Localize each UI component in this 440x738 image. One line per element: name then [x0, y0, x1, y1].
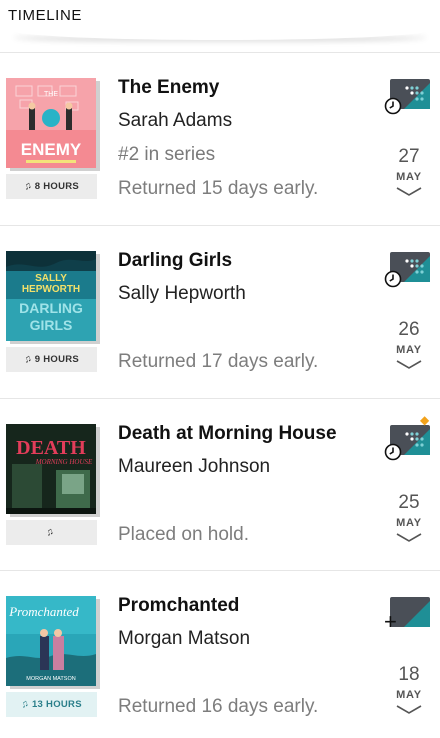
event-status: Returned 17 days early.	[118, 351, 319, 372]
cover-title: ENEMY	[21, 140, 82, 159]
star-icon: ◆	[420, 413, 430, 427]
book-cover[interactable]: THE ENEMY	[6, 78, 100, 171]
event-status: Returned 16 days early.	[118, 696, 319, 717]
book-author[interactable]: Morgan Matson	[118, 628, 250, 650]
headphones-icon: ♫	[19, 697, 31, 712]
book-author[interactable]: Maureen Johnson	[118, 456, 270, 478]
timeline-entry[interactable]: THE ENEMY ♫ 8 HOURS The Enemy Sarah Adam…	[0, 52, 440, 224]
cover-art-death-at-morning-house: DEATH MORNING HOUSE	[6, 424, 96, 514]
event-month: MAY	[396, 689, 422, 701]
event-day: 18	[398, 664, 420, 685]
chevron-down-icon[interactable]	[396, 704, 422, 716]
book-author[interactable]: Sally Hepworth	[118, 283, 246, 305]
event-day: 25	[398, 492, 420, 513]
clock-icon	[384, 443, 402, 461]
book-title[interactable]: Promchanted	[118, 595, 239, 617]
cover-title-2: MORNING HOUSE	[35, 458, 93, 466]
headphones-icon: ♫	[44, 525, 56, 540]
event-month: MAY	[396, 344, 422, 356]
cover-title-small: THE	[44, 91, 58, 98]
event-status: Placed on hold.	[118, 524, 249, 545]
event-month: MAY	[396, 517, 422, 529]
chevron-down-icon[interactable]	[396, 359, 422, 371]
page-title: TIMELINE	[8, 7, 82, 24]
cover-title-1: DARLING	[19, 300, 83, 316]
book-title[interactable]: Death at Morning House	[118, 423, 337, 445]
cover-art-promchanted: Promchanted MORGAN MATSON	[6, 596, 96, 686]
format-duration: 8 HOURS	[34, 181, 80, 192]
timeline-entry[interactable]: SALLY HEPWORTH DARLING GIRLS ♫ 9 HOURS D…	[0, 225, 440, 397]
format-badge: ♫ 8 HOURS	[6, 174, 97, 199]
event-month: MAY	[396, 171, 422, 183]
cover-art-darling-girls: SALLY HEPWORTH DARLING GIRLS	[6, 251, 96, 341]
book-title[interactable]: The Enemy	[118, 77, 219, 99]
cover-title-2: GIRLS	[30, 317, 73, 333]
plus-icon[interactable]: +	[384, 611, 397, 633]
format-badge: ♫	[6, 520, 97, 545]
headphones-icon: ♫	[22, 179, 34, 194]
cover-author-2: HEPWORTH	[22, 284, 80, 295]
format-duration: 13 HOURS	[31, 699, 82, 710]
book-title[interactable]: Darling Girls	[118, 250, 232, 272]
format-duration: 9 HOURS	[34, 354, 80, 365]
chevron-down-icon[interactable]	[396, 186, 422, 198]
event-status: Returned 15 days early.	[118, 178, 319, 199]
timeline-entry[interactable]: DEATH MORNING HOUSE ♫ Death at Morning H…	[0, 398, 440, 570]
book-series[interactable]: #2 in series	[118, 144, 215, 166]
cover-title: Promchanted	[8, 604, 79, 619]
format-badge: ♫ 13 HOURS	[6, 692, 97, 717]
clock-icon	[384, 270, 402, 288]
book-author[interactable]: Sarah Adams	[118, 110, 232, 132]
clock-icon	[384, 97, 402, 115]
event-day: 27	[398, 146, 420, 167]
cover-title-1: DEATH	[16, 437, 86, 459]
cover-author: MORGAN MATSON	[26, 676, 75, 682]
book-cover[interactable]: DEATH MORNING HOUSE	[6, 424, 100, 517]
event-day: 26	[398, 319, 420, 340]
timeline-entry[interactable]: Promchanted MORGAN MATSON ♫ 13 HOURS Pro…	[0, 570, 440, 738]
chevron-down-icon[interactable]	[396, 532, 422, 544]
header-divider	[10, 30, 430, 40]
timeline-header: TIMELINE	[0, 0, 440, 44]
headphones-icon: ♫	[22, 352, 34, 367]
book-cover[interactable]: SALLY HEPWORTH DARLING GIRLS	[6, 251, 100, 344]
book-cover[interactable]: Promchanted MORGAN MATSON	[6, 596, 100, 689]
cover-art-the-enemy: THE ENEMY	[6, 78, 96, 168]
format-badge: ♫ 9 HOURS	[6, 347, 97, 372]
cover-author-1: SALLY	[35, 273, 67, 284]
